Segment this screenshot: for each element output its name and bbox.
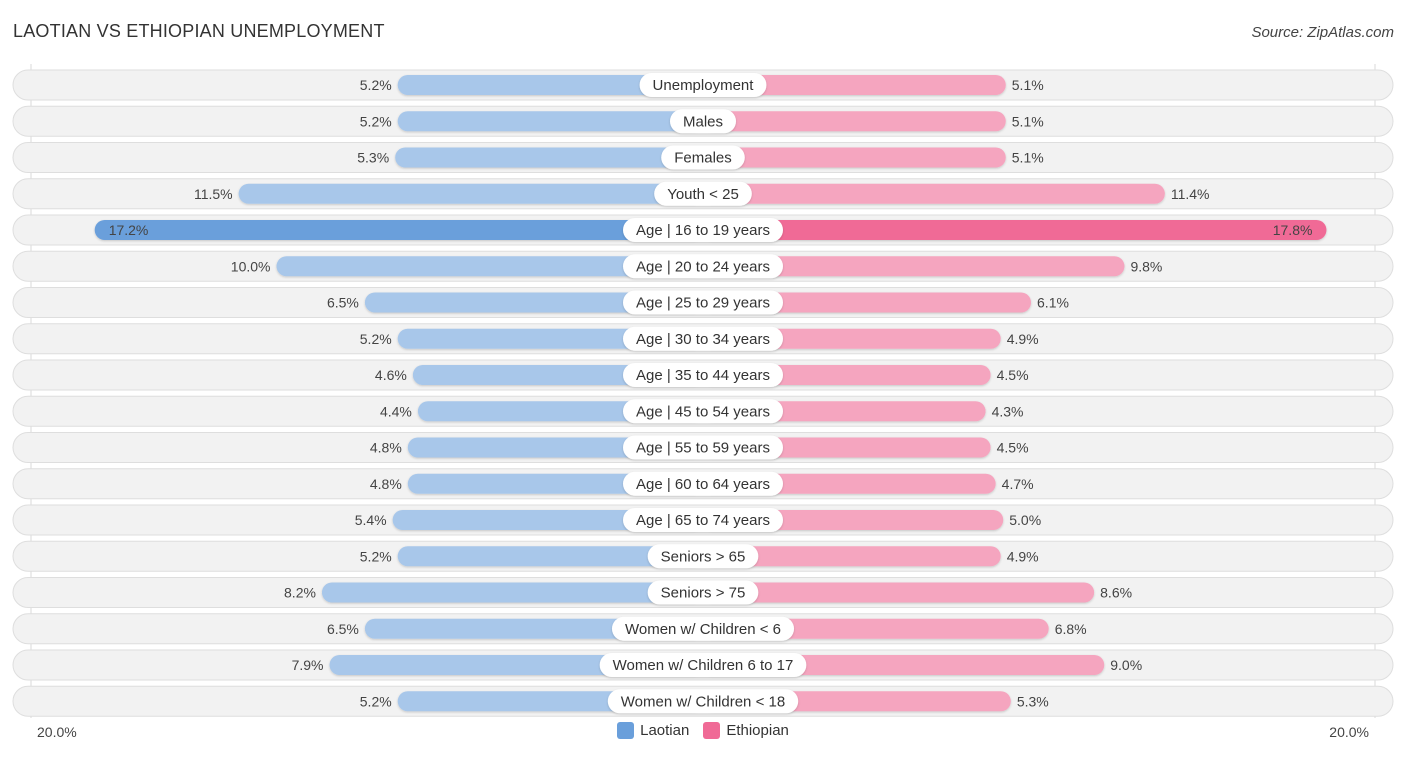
value-label-ethiopian: 4.9% [1007,548,1039,564]
category-label: Seniors > 75 [661,585,746,602]
chart-row: 6.5% 6.1% Age | 25 to 29 years [12,287,1394,318]
category-label: Age | 25 to 29 years [636,295,770,312]
legend-item-ethiopian[interactable]: Ethiopian [703,722,789,739]
category-label: Youth < 25 [667,186,739,203]
value-label-laotian: 5.4% [355,512,387,528]
bar-laotian[interactable] [397,111,703,132]
value-label-ethiopian: 4.7% [1002,476,1034,492]
category-label: Age | 45 to 54 years [636,403,770,420]
bar-ethiopian[interactable] [703,582,1095,603]
bar-laotian[interactable] [321,582,703,603]
chart-row: 5.2% 4.9% Seniors > 65 [12,540,1394,572]
category-label: Males [683,113,723,130]
category-label: Women w/ Children 6 to 17 [613,657,794,674]
value-label-ethiopian: 5.1% [1012,113,1044,129]
value-label-laotian: 11.5% [194,186,233,202]
value-label-ethiopian: 5.3% [1017,693,1049,709]
value-label-ethiopian: 5.1% [1012,77,1044,93]
value-label-laotian: 8.2% [284,585,316,601]
category-label: Age | 20 to 24 years [636,258,770,275]
category-label: Unemployment [653,77,755,94]
value-label-laotian: 5.2% [360,693,392,709]
bar-ethiopian[interactable] [703,220,1327,240]
legend-swatch-laotian [617,722,635,739]
legend-item-laotian[interactable]: Laotian [617,722,689,739]
chart-row: 4.8% 4.7% Age | 60 to 64 years [12,468,1394,500]
bar-ethiopian[interactable] [703,147,1006,168]
chart-row: 4.4% 4.3% Age | 45 to 54 years [12,395,1394,427]
category-label: Age | 16 to 19 years [636,222,770,239]
value-label-ethiopian: 4.5% [997,440,1029,456]
value-label-laotian: 5.3% [357,150,389,166]
value-label-laotian: 10.0% [231,258,271,274]
category-label: Women w/ Children < 6 [625,621,781,638]
value-label-ethiopian: 9.8% [1130,258,1162,274]
value-label-laotian: 5.2% [360,548,392,564]
value-label-ethiopian: 4.5% [997,367,1029,383]
category-label: Women w/ Children < 18 [621,693,785,710]
value-label-ethiopian: 4.9% [1007,331,1039,347]
value-label-laotian: 5.2% [360,331,392,347]
chart-row: 6.5% 6.8% Women w/ Children < 6 [12,613,1394,645]
category-label: Age | 55 to 59 years [636,440,770,457]
bar-laotian[interactable] [238,183,703,204]
value-label-ethiopian: 17.8% [1273,222,1313,238]
bar-ethiopian[interactable] [703,183,1165,204]
chart-row: 5.2% 5.3% Women w/ Children < 18 [12,685,1394,717]
chart-row: 8.2% 8.6% Seniors > 75 [12,577,1394,608]
chart-row: 10.0% 9.8% Age | 20 to 24 years [12,250,1394,282]
legend-swatch-ethiopian [703,722,721,739]
chart-row: 5.2% 4.9% Age | 30 to 34 years [12,323,1394,355]
value-label-laotian: 6.5% [327,295,359,311]
bar-laotian[interactable] [94,220,703,240]
bar-laotian[interactable] [395,147,703,168]
chart-row: 4.6% 4.5% Age | 35 to 44 years [12,359,1394,391]
value-label-laotian: 5.2% [360,113,392,129]
category-label: Age | 35 to 44 years [636,367,770,384]
chart-row: 7.9% 9.0% Women w/ Children 6 to 17 [12,649,1394,681]
value-label-ethiopian: 4.3% [992,403,1024,419]
value-label-ethiopian: 9.0% [1110,657,1142,673]
value-label-ethiopian: 6.1% [1037,295,1069,311]
chart-row: 11.5% 11.4% Youth < 25 [12,178,1394,210]
chart-row: 5.3% 5.1% Females [12,142,1394,173]
category-label: Age | 60 to 64 years [636,476,770,493]
value-label-ethiopian: 6.8% [1055,621,1087,637]
value-label-ethiopian: 5.0% [1009,512,1041,528]
chart-row: 4.8% 4.5% Age | 55 to 59 years [12,432,1394,463]
value-label-laotian: 4.4% [380,403,412,419]
legend-label-ethiopian: Ethiopian [726,722,789,739]
chart-row: 17.2% 17.8% Age | 16 to 19 years [12,214,1394,246]
value-label-laotian: 5.2% [360,77,392,93]
value-label-laotian: 7.9% [292,657,324,673]
value-label-laotian: 4.6% [375,367,407,383]
category-label: Age | 65 to 74 years [636,512,770,529]
value-label-laotian: 17.2% [109,222,149,238]
chart-row: 5.4% 5.0% Age | 65 to 74 years [12,504,1394,536]
value-label-ethiopian: 8.6% [1100,585,1132,601]
value-label-ethiopian: 11.4% [1171,186,1210,202]
category-label: Seniors > 65 [661,548,746,565]
category-label: Females [674,150,732,167]
chart-row: 5.2% 5.1% Unemployment [12,69,1394,101]
legend: Laotian Ethiopian [0,722,1406,739]
value-label-laotian: 6.5% [327,621,359,637]
legend-label-laotian: Laotian [640,722,690,739]
category-label: Age | 30 to 34 years [636,331,770,348]
value-label-laotian: 4.8% [370,476,402,492]
bar-ethiopian[interactable] [703,111,1006,132]
value-label-laotian: 4.8% [370,440,402,456]
chart-canvas: 5.2% 5.1% Unemployment 5.2% 5.1% Males 5.3% 5.1… [12,64,1394,718]
value-label-ethiopian: 5.1% [1012,150,1044,166]
chart-row: 5.2% 5.1% Males [12,105,1394,137]
